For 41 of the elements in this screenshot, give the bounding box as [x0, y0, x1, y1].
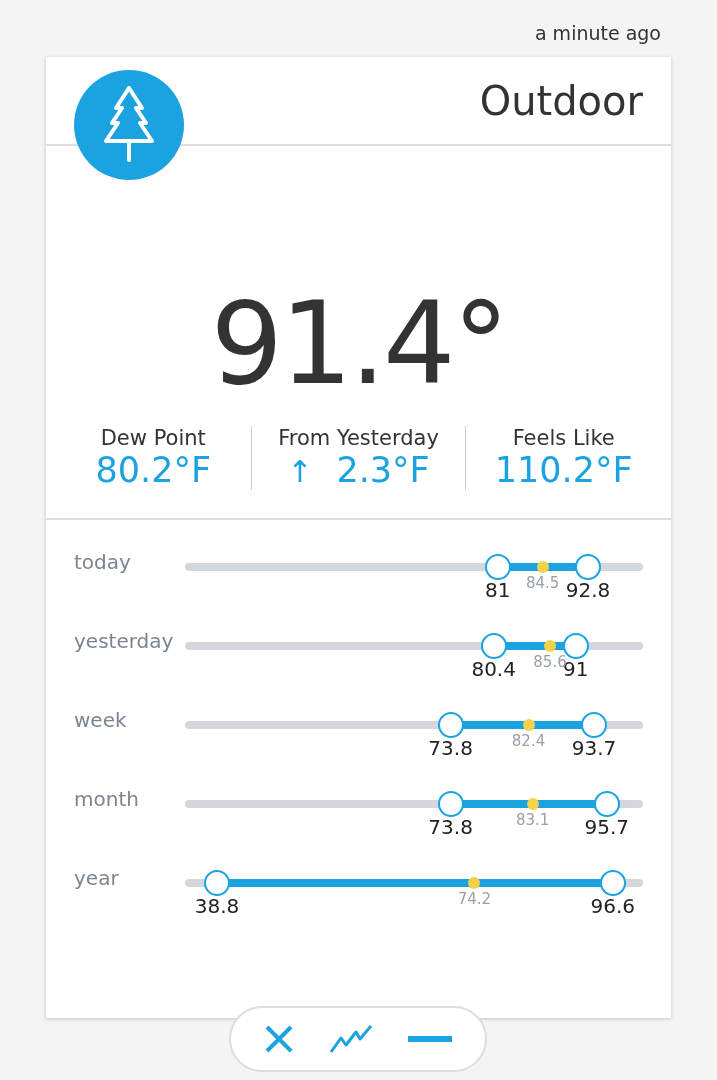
range-label: yesterday	[74, 629, 175, 653]
range-handle[interactable]	[204, 870, 231, 896]
range-value: 80.4	[471, 657, 516, 681]
range-handle[interactable]	[437, 791, 464, 817]
range-value: 38.8	[194, 894, 240, 918]
line-chart-icon[interactable]	[329, 1024, 373, 1054]
temperature-reading: 91.4°	[209, 282, 508, 406]
up-arrow-icon: ↑	[287, 454, 313, 489]
range-handle[interactable]	[599, 870, 626, 896]
average-value: 84.5	[526, 574, 560, 592]
minimize-icon[interactable]	[407, 1036, 452, 1042]
range-label: month	[74, 787, 140, 811]
range-handle[interactable]	[484, 554, 511, 580]
range-handle[interactable]	[581, 712, 607, 738]
range-value: 73.8	[428, 736, 473, 760]
range-label: week	[74, 708, 128, 732]
range-value: 92.8	[565, 578, 611, 602]
updated-time: a minute ago	[534, 22, 661, 46]
average-value: 82.4	[511, 732, 546, 750]
range-value: 96.6	[590, 894, 636, 918]
range-value: 93.7	[571, 736, 617, 760]
average-value: 74.2	[457, 890, 492, 908]
range-label: year	[74, 866, 120, 890]
stat-value: 2.3°F	[336, 450, 430, 490]
card-title: Outdoor	[479, 77, 643, 124]
tree-icon	[74, 70, 184, 180]
average-value: 83.1	[515, 811, 550, 829]
range-value: 73.8	[428, 815, 473, 839]
stat-label: Dew Point	[100, 426, 206, 450]
stat-label: Feels Like	[512, 426, 615, 450]
stat-value: 80.2°F	[95, 450, 212, 490]
range-value: 81	[485, 578, 511, 602]
stat-label: From Yesterday	[278, 426, 439, 450]
range-handle[interactable]	[480, 633, 507, 659]
range-value: 95.7	[584, 815, 630, 839]
range-label: today	[74, 550, 132, 574]
range-handle[interactable]	[593, 791, 620, 817]
range-handle[interactable]	[575, 554, 602, 580]
range-handle[interactable]	[437, 712, 464, 738]
close-icon[interactable]	[264, 1024, 295, 1054]
stat-value: 110.2°F	[494, 450, 633, 490]
